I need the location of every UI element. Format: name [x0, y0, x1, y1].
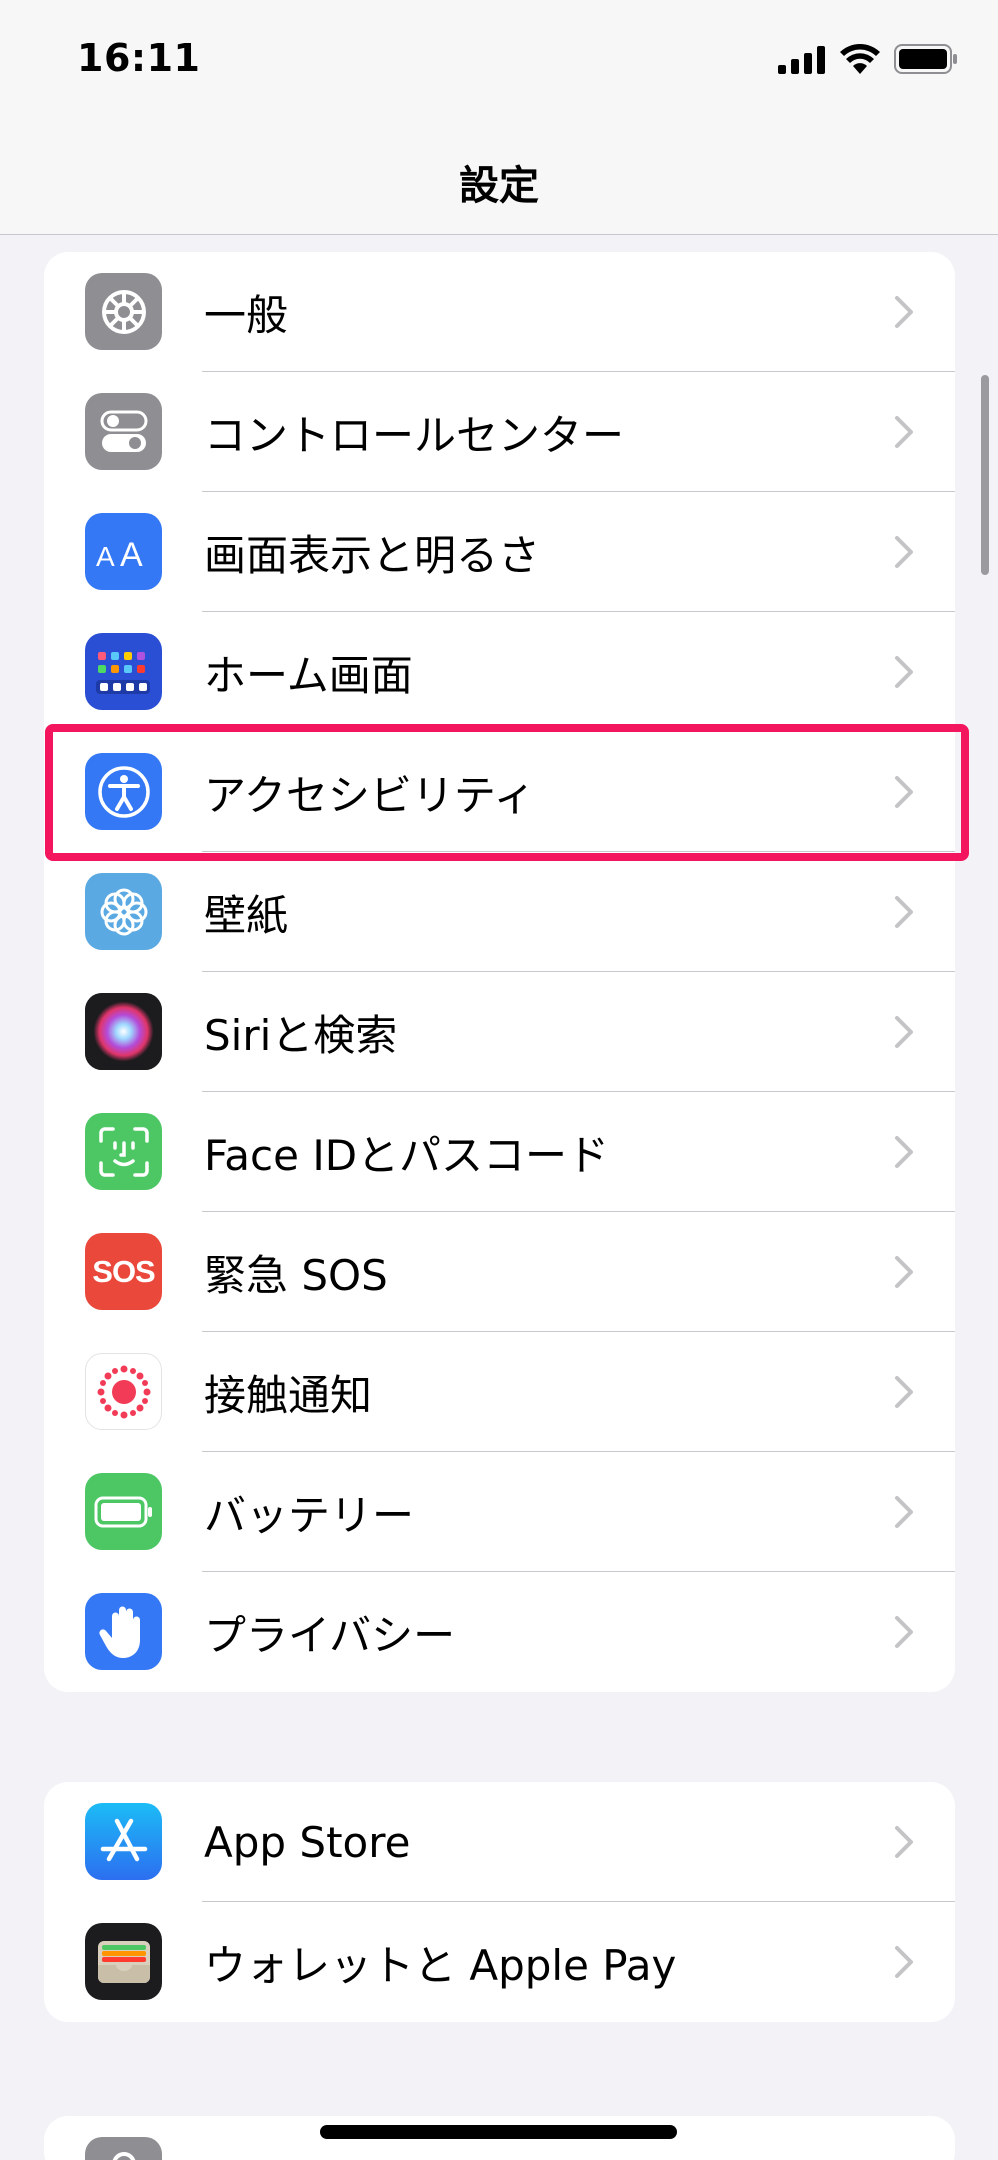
- settings-group-main: 一般 コントロールセンター A A 画面表示と明るさ ホーム画面 アクセシビリテ…: [44, 252, 955, 1692]
- wifi-icon: [840, 44, 880, 74]
- settings-row-emergency-sos[interactable]: SOS 緊急 SOS: [44, 1212, 955, 1332]
- chevron-right-icon: [895, 1616, 913, 1648]
- sos-icon: SOS: [85, 1233, 162, 1310]
- settings-row-label: 壁紙: [204, 890, 289, 940]
- chevron-right-icon: [895, 1016, 913, 1048]
- home-indicator[interactable]: [320, 2125, 677, 2139]
- wallet-icon: [85, 1923, 162, 2000]
- settings-row-label: 接触通知: [204, 1370, 373, 1420]
- settings-row-wallpaper[interactable]: 壁紙: [44, 852, 955, 972]
- flower-icon: [85, 873, 162, 950]
- settings-row-control-center[interactable]: コントロールセンター: [44, 372, 955, 492]
- settings-row-label: Face IDとパスコード: [204, 1130, 610, 1180]
- svg-text:A: A: [96, 541, 115, 572]
- home-grid-icon: [85, 633, 162, 710]
- settings-row-siri[interactable]: Siriと検索: [44, 972, 955, 1092]
- settings-row-privacy[interactable]: プライバシー: [44, 1572, 955, 1692]
- settings-row-label: 緊急 SOS: [204, 1250, 388, 1300]
- settings-row-home-screen[interactable]: ホーム画面: [44, 612, 955, 732]
- text-size-icon: A A: [85, 513, 162, 590]
- chevron-right-icon: [895, 296, 913, 328]
- settings-row-label: プライバシー: [204, 1610, 456, 1660]
- chevron-right-icon: [895, 776, 913, 808]
- key-icon: [85, 2137, 162, 2160]
- settings-row-battery[interactable]: バッテリー: [44, 1452, 955, 1572]
- exposure-notification-icon: [85, 1353, 162, 1430]
- settings-row-label: ホーム画面: [204, 650, 413, 700]
- settings-row-label: 一般: [204, 290, 289, 340]
- settings-row-label: ウォレットと Apple Pay: [204, 1940, 677, 1990]
- status-icons: [778, 44, 958, 74]
- settings-row-label: アクセシビリティ: [204, 770, 536, 820]
- settings-row-display[interactable]: A A 画面表示と明るさ: [44, 492, 955, 612]
- settings-row-label: App Store: [204, 1817, 411, 1867]
- siri-icon: [85, 993, 162, 1070]
- chevron-right-icon: [895, 1496, 913, 1528]
- settings-row-app-store[interactable]: App Store: [44, 1782, 955, 1902]
- scroll-indicator: [981, 375, 989, 575]
- settings-row-label: バッテリー: [204, 1490, 415, 1540]
- settings-row-wallet[interactable]: ウォレットと Apple Pay: [44, 1902, 955, 2022]
- chevron-right-icon: [895, 1826, 913, 1858]
- sos-icon-text: SOS: [92, 1253, 155, 1289]
- svg-text:A: A: [120, 536, 143, 572]
- status-time: 16:11: [77, 36, 201, 80]
- gear-icon: [85, 273, 162, 350]
- settings-row-exposure[interactable]: 接触通知: [44, 1332, 955, 1452]
- chevron-right-icon: [895, 1376, 913, 1408]
- toggles-icon: [85, 393, 162, 470]
- settings-row-label: コントロールセンター: [204, 410, 625, 460]
- chevron-right-icon: [895, 656, 913, 688]
- chevron-right-icon: [895, 536, 913, 568]
- settings-row-face-id[interactable]: Face IDとパスコード: [44, 1092, 955, 1212]
- battery-icon: [85, 1473, 162, 1550]
- chevron-right-icon: [895, 1946, 913, 1978]
- hand-icon: [85, 1593, 162, 1670]
- face-id-icon: [85, 1113, 162, 1190]
- status-bar: 16:11: [0, 0, 998, 125]
- chevron-right-icon: [895, 416, 913, 448]
- app-store-icon: [85, 1803, 162, 1880]
- battery-icon: [894, 44, 957, 74]
- chevron-right-icon: [895, 1256, 913, 1288]
- signal-icon: [778, 46, 825, 74]
- chevron-right-icon: [895, 896, 913, 928]
- settings-row-general[interactable]: 一般: [44, 252, 955, 372]
- settings-row-accessibility[interactable]: アクセシビリティ: [44, 732, 955, 852]
- page-title: 設定: [459, 163, 539, 209]
- settings-row-label: Siriと検索: [204, 1010, 398, 1060]
- chevron-right-icon: [895, 1136, 913, 1168]
- settings-row-label: 画面表示と明るさ: [204, 530, 541, 580]
- nav-bar: 設定: [0, 125, 998, 235]
- accessibility-icon: [85, 753, 162, 830]
- settings-group-store: App Store ウォレットと Apple Pay: [44, 1782, 955, 2022]
